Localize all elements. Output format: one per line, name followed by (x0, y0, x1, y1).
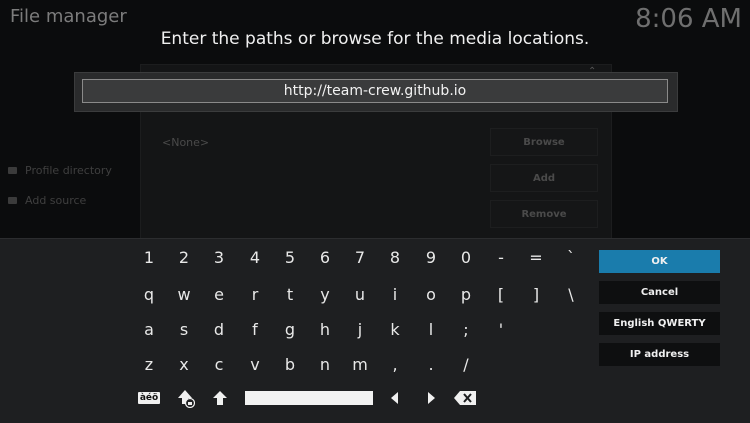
key-1-3[interactable]: 3 (202, 243, 236, 271)
shift-icon (213, 391, 227, 405)
key-3-2[interactable]: s (167, 315, 201, 343)
key-3-4[interactable]: f (238, 315, 272, 343)
sidebar-item-add-source: Add source (8, 194, 86, 207)
key-4-4[interactable]: v (238, 350, 272, 378)
key-2-9[interactable]: o (414, 280, 448, 308)
key-1-12[interactable]: = (519, 243, 553, 271)
cancel-button[interactable]: Cancel (599, 281, 720, 304)
key-3-11[interactable]: ' (484, 315, 518, 343)
key-2-7[interactable]: u (343, 280, 377, 308)
arrow-left-icon (391, 392, 398, 404)
key-4-3[interactable]: c (202, 350, 236, 378)
key-2-2[interactable]: w (167, 280, 201, 308)
key-2-12[interactable]: ] (519, 280, 553, 308)
key-4-10[interactable]: / (449, 350, 483, 378)
app-title: File manager (10, 6, 127, 27)
key-4-2[interactable]: x (167, 350, 201, 378)
browse-button: Browse (490, 128, 598, 156)
shift-lock-key[interactable] (170, 385, 200, 411)
remove-button: Remove (490, 200, 598, 228)
key-3-10[interactable]: ; (449, 315, 483, 343)
accent-key[interactable]: àéö (134, 385, 164, 411)
key-3-9[interactable]: l (414, 315, 448, 343)
sidebar-item-label: Profile directory (25, 164, 112, 177)
layout-button[interactable]: English QWERTY (599, 312, 720, 335)
shift-key[interactable] (205, 385, 235, 411)
sidebar-item-profile-directory: Profile directory (8, 164, 112, 177)
key-4-5[interactable]: b (273, 350, 307, 378)
source-list-empty: <None> (162, 136, 210, 149)
key-1-13[interactable]: ` (554, 243, 588, 271)
ip-address-button[interactable]: IP address (599, 343, 720, 366)
ok-button[interactable]: OK (599, 250, 720, 273)
key-4-8[interactable]: , (378, 350, 412, 378)
key-2-13[interactable]: \ (554, 280, 588, 308)
key-2-4[interactable]: r (238, 280, 272, 308)
key-1-2[interactable]: 2 (167, 243, 201, 271)
backspace-icon (454, 391, 476, 405)
key-1-9[interactable]: 9 (414, 243, 448, 271)
add-button: Add (490, 164, 598, 192)
key-1-1[interactable]: 1 (132, 243, 166, 271)
key-1-5[interactable]: 5 (273, 243, 307, 271)
spacebar[interactable] (245, 391, 373, 405)
key-4-1[interactable]: z (132, 350, 166, 378)
key-2-3[interactable]: e (202, 280, 236, 308)
key-1-10[interactable]: 0 (449, 243, 483, 271)
folder-icon (8, 197, 17, 204)
key-3-1[interactable]: a (132, 315, 166, 343)
shift-lock-icon (178, 390, 195, 408)
sidebar-item-label: Add source (25, 194, 87, 207)
key-2-8[interactable]: i (378, 280, 412, 308)
arrow-right-key[interactable] (416, 385, 446, 411)
arrow-left-key[interactable] (380, 385, 410, 411)
key-1-8[interactable]: 8 (378, 243, 412, 271)
key-1-11[interactable]: - (484, 243, 518, 271)
key-2-5[interactable]: t (273, 280, 307, 308)
key-1-4[interactable]: 4 (238, 243, 272, 271)
path-input[interactable]: http://team-crew.github.io (82, 79, 668, 103)
key-1-7[interactable]: 7 (343, 243, 377, 271)
folder-icon (8, 167, 17, 174)
dialog-heading: Enter the paths or browse for the media … (160, 29, 590, 49)
key-3-8[interactable]: k (378, 315, 412, 343)
key-2-11[interactable]: [ (484, 280, 518, 308)
key-4-6[interactable]: n (308, 350, 342, 378)
arrow-right-icon (428, 392, 435, 404)
key-3-7[interactable]: j (343, 315, 377, 343)
key-2-1[interactable]: q (132, 280, 166, 308)
key-3-5[interactable]: g (273, 315, 307, 343)
key-2-6[interactable]: y (308, 280, 342, 308)
key-4-9[interactable]: . (414, 350, 448, 378)
key-1-6[interactable]: 6 (308, 243, 342, 271)
key-3-3[interactable]: d (202, 315, 236, 343)
key-2-10[interactable]: p (449, 280, 483, 308)
key-3-6[interactable]: h (308, 315, 342, 343)
key-4-7[interactable]: m (343, 350, 377, 378)
backspace-key[interactable] (450, 385, 480, 411)
accent-icon: àéö (137, 392, 161, 404)
